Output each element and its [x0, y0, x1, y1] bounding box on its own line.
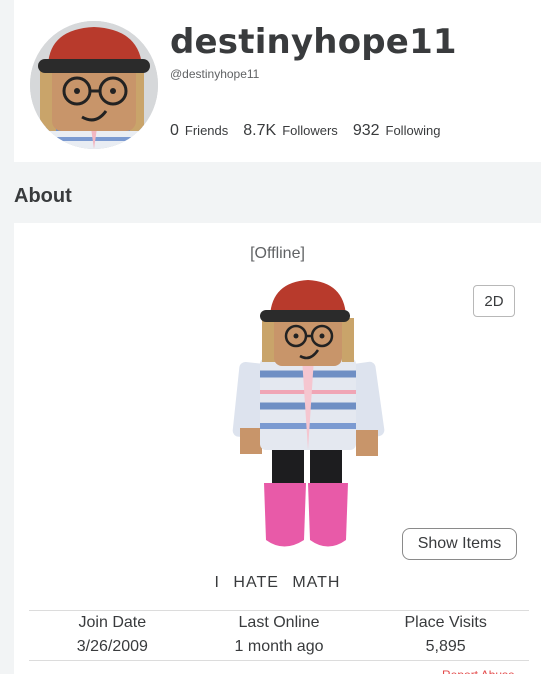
avatar-headshot-icon	[30, 21, 158, 149]
followers-label: Followers	[282, 123, 338, 138]
toggle-2d-button[interactable]: 2D	[473, 285, 515, 317]
display-name: destinyhope11	[170, 22, 457, 62]
place-visits-value: 5,895	[425, 638, 466, 655]
following-stat[interactable]: 932 Following	[353, 122, 441, 140]
join-date-value: 3/26/2009	[76, 638, 148, 655]
profile-stats: 0 Friends 8.7K Followers 932 Following	[170, 122, 440, 140]
friends-count: 0	[170, 122, 179, 139]
friends-stat[interactable]: 0 Friends	[170, 122, 228, 140]
last-online-value: 1 month ago	[234, 638, 324, 655]
join-date-label: Join Date	[78, 614, 147, 631]
profile-info-stats: Join Date 3/26/2009 Last Online 1 month …	[29, 614, 529, 656]
followers-stat[interactable]: 8.7K Followers	[243, 122, 338, 140]
place-visits-label: Place Visits	[404, 614, 487, 631]
username-handle: @destinyhope11	[170, 67, 260, 81]
show-items-button[interactable]: Show Items	[402, 528, 517, 560]
friends-label: Friends	[184, 123, 229, 138]
following-count: 932	[352, 122, 380, 139]
about-card: [Offline] 2D Show Items I HATE MATH Join…	[14, 223, 541, 674]
avatar[interactable]	[30, 21, 158, 149]
presence-status: [Offline]	[250, 245, 305, 262]
following-label: Following	[385, 123, 441, 138]
place-visits-stat: Place Visits 5,895	[362, 614, 529, 656]
report-abuse-link[interactable]: Report Abuse	[442, 668, 515, 674]
last-online-stat: Last Online 1 month ago	[196, 614, 363, 656]
divider	[29, 660, 529, 661]
followers-count: 8.7K	[243, 122, 277, 139]
last-online-label: Last Online	[238, 614, 320, 631]
profile-bio: I HATE MATH	[214, 574, 341, 591]
avatar-3d-icon[interactable]	[224, 278, 394, 558]
join-date-stat: Join Date 3/26/2009	[29, 614, 196, 656]
about-heading: About	[14, 185, 72, 207]
profile-header-card: destinyhope11 @destinyhope11 0 Friends 8…	[14, 0, 541, 162]
divider	[29, 610, 529, 611]
